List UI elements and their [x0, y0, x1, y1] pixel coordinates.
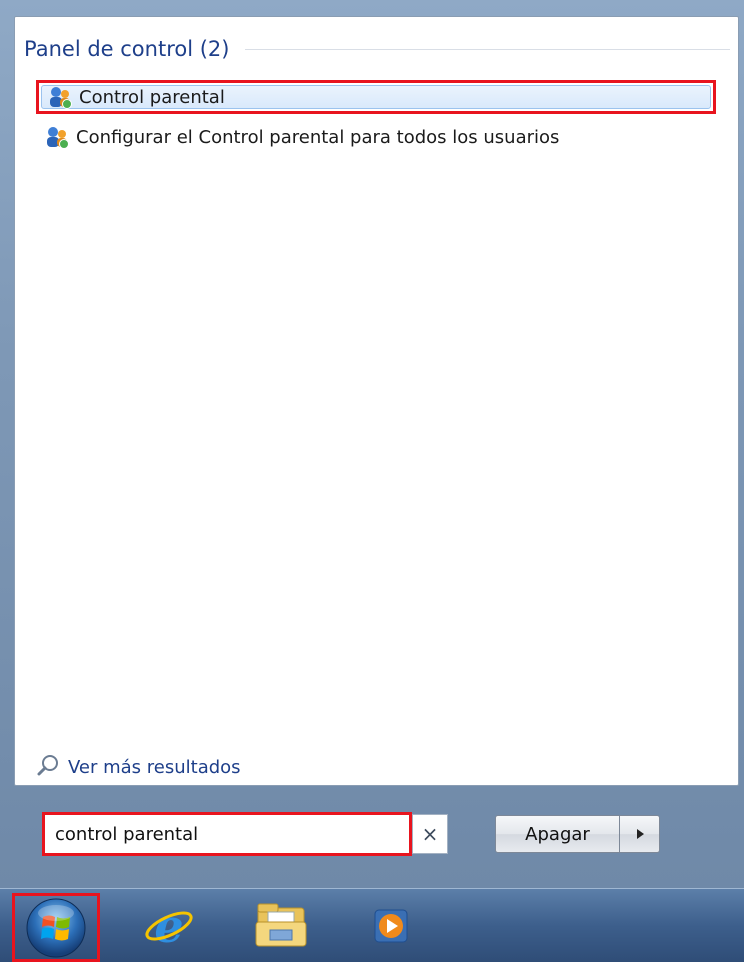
see-more-results-link[interactable]: Ver más resultados	[36, 752, 241, 782]
shutdown-controls: Apagar	[495, 815, 660, 853]
group-divider	[245, 48, 730, 50]
result-item-label: Configurar el Control parental para todo…	[76, 126, 560, 148]
result-group-header: Panel de control (2)	[24, 32, 730, 66]
taskbar-file-explorer[interactable]	[250, 897, 312, 955]
windows-start-orb-icon	[26, 898, 86, 957]
see-more-results-label: Ver más resultados	[68, 756, 241, 778]
shutdown-button[interactable]: Apagar	[495, 815, 620, 853]
parental-controls-icon	[47, 84, 73, 110]
start-button[interactable]	[12, 893, 100, 962]
result-group-title: Panel de control (2)	[24, 37, 230, 61]
internet-explorer-icon: e	[145, 900, 193, 952]
taskbar-internet-explorer[interactable]: e	[138, 897, 200, 955]
svg-text:e: e	[154, 900, 183, 952]
search-input[interactable]	[55, 823, 409, 845]
taskbar: e	[0, 888, 744, 962]
taskbar-media-player[interactable]	[360, 897, 422, 955]
search-icon	[36, 753, 68, 782]
file-explorer-icon	[255, 903, 307, 947]
search-box[interactable]	[42, 812, 412, 856]
clear-search-button[interactable]: ×	[412, 814, 448, 854]
media-player-icon	[374, 909, 408, 943]
result-item-label: Control parental	[79, 86, 225, 108]
result-item-control-parental[interactable]: Control parental	[36, 80, 716, 114]
close-icon: ×	[421, 822, 439, 846]
start-menu: Panel de control (2) Control parental Co…	[0, 0, 744, 888]
result-item-configurar-control-parental[interactable]: Configurar el Control parental para todo…	[36, 120, 716, 154]
shutdown-options-button[interactable]	[620, 815, 660, 853]
parental-controls-icon	[44, 124, 70, 150]
triangle-right-icon	[636, 829, 644, 839]
